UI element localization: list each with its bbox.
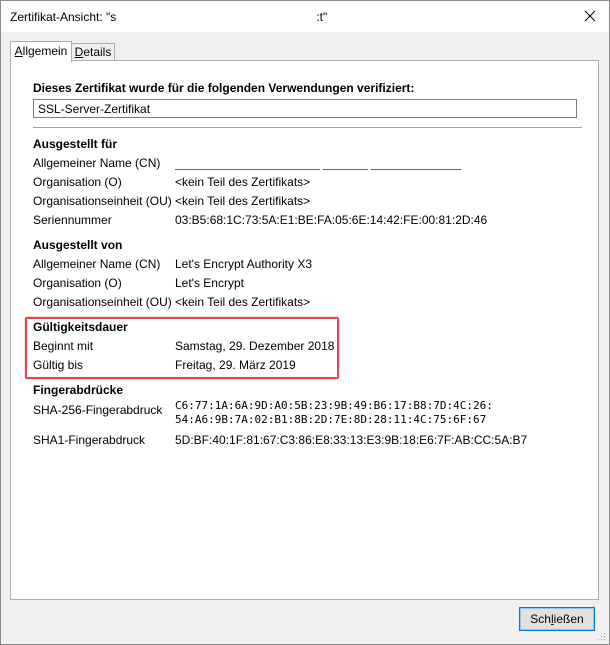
valid-from-label: Beginnt mit [33, 339, 94, 353]
sha256-value-line1: C6:77:1A:6A:9D:A0:5B:23:9B:49:B6:17:B8:7… [175, 399, 493, 412]
close-icon[interactable] [581, 7, 599, 25]
resize-grip-icon[interactable] [596, 631, 606, 641]
valid-from-value: Samstag, 29. Dezember 2018 [175, 339, 335, 353]
issued-by-o-label: Organisation (O) [33, 276, 122, 290]
sha256-label: SHA-256-Fingerabdruck [33, 403, 163, 417]
usage-field: SSL-Server-Zertifikat [33, 99, 577, 118]
valid-until-label: Gültig bis [33, 358, 84, 372]
title-bar[interactable]: Zertifikat-Ansicht: "s :t" [1, 1, 609, 32]
close-button-label-post: ießen [553, 612, 584, 626]
issued-to-heading: Ausgestellt für [33, 137, 118, 151]
serial-label: Seriennummer [33, 213, 112, 227]
close-button-label-pre: Sch [530, 612, 551, 626]
serial-value: 03:B5:68:1C:73:5A:E1:BE:FA:05:6E:14:42:F… [175, 213, 488, 227]
fingerprints-heading: Fingerabdrücke [33, 383, 124, 397]
redacted-name-part [175, 169, 320, 170]
certificate-viewer-window: Zertifikat-Ansicht: "s :t" Allgemein Det… [0, 0, 610, 645]
issued-to-o-value: <kein Teil des Zertifikats> [175, 175, 311, 189]
redacted-name-part [323, 169, 368, 170]
issued-by-ou-label: Organisationseinheit (OU) [33, 295, 172, 309]
issued-by-cn-value: Let's Encrypt Authority X3 [175, 257, 313, 271]
close-button[interactable]: Schließen [519, 607, 595, 631]
window-title: Zertifikat-Ansicht: "s :t" [10, 10, 328, 24]
tab-allgemein-accel: A [14, 44, 23, 58]
tab-details-label: etails [83, 45, 112, 59]
divider [33, 127, 582, 128]
issued-to-o-label: Organisation (O) [33, 175, 122, 189]
issued-to-ou-value: <kein Teil des Zertifikats> [175, 194, 311, 208]
redacted-name-part [371, 169, 461, 170]
issued-by-ou-value: <kein Teil des Zertifikats> [175, 295, 311, 309]
general-tab-panel: Dieses Zertifikat wurde für die folgende… [10, 60, 599, 600]
tab-allgemein[interactable]: Allgemein [10, 41, 72, 63]
tab-allgemein-label: llgemein [22, 44, 68, 58]
usage-heading: Dieses Zertifikat wurde für die folgende… [33, 81, 415, 95]
issued-by-cn-label: Allgemeiner Name (CN) [33, 257, 161, 271]
valid-until-value: Freitag, 29. März 2019 [175, 358, 296, 372]
issued-by-o-value: Let's Encrypt [175, 276, 244, 290]
sha1-value: 5D:BF:40:1F:81:67:C3:86:E8:33:13:E3:9B:1… [175, 433, 528, 447]
issued-by-heading: Ausgestellt von [33, 238, 123, 252]
validity-heading: Gültigkeitsdauer [33, 320, 128, 334]
sha1-label: SHA1-Fingerabdruck [33, 433, 146, 447]
issued-to-cn-label: Allgemeiner Name (CN) [33, 156, 161, 170]
issued-to-ou-label: Organisationseinheit (OU) [33, 194, 172, 208]
sha256-value-line2: 54:A6:9B:7A:02:B1:8B:2D:7E:8D:28:11:4C:7… [175, 413, 487, 426]
